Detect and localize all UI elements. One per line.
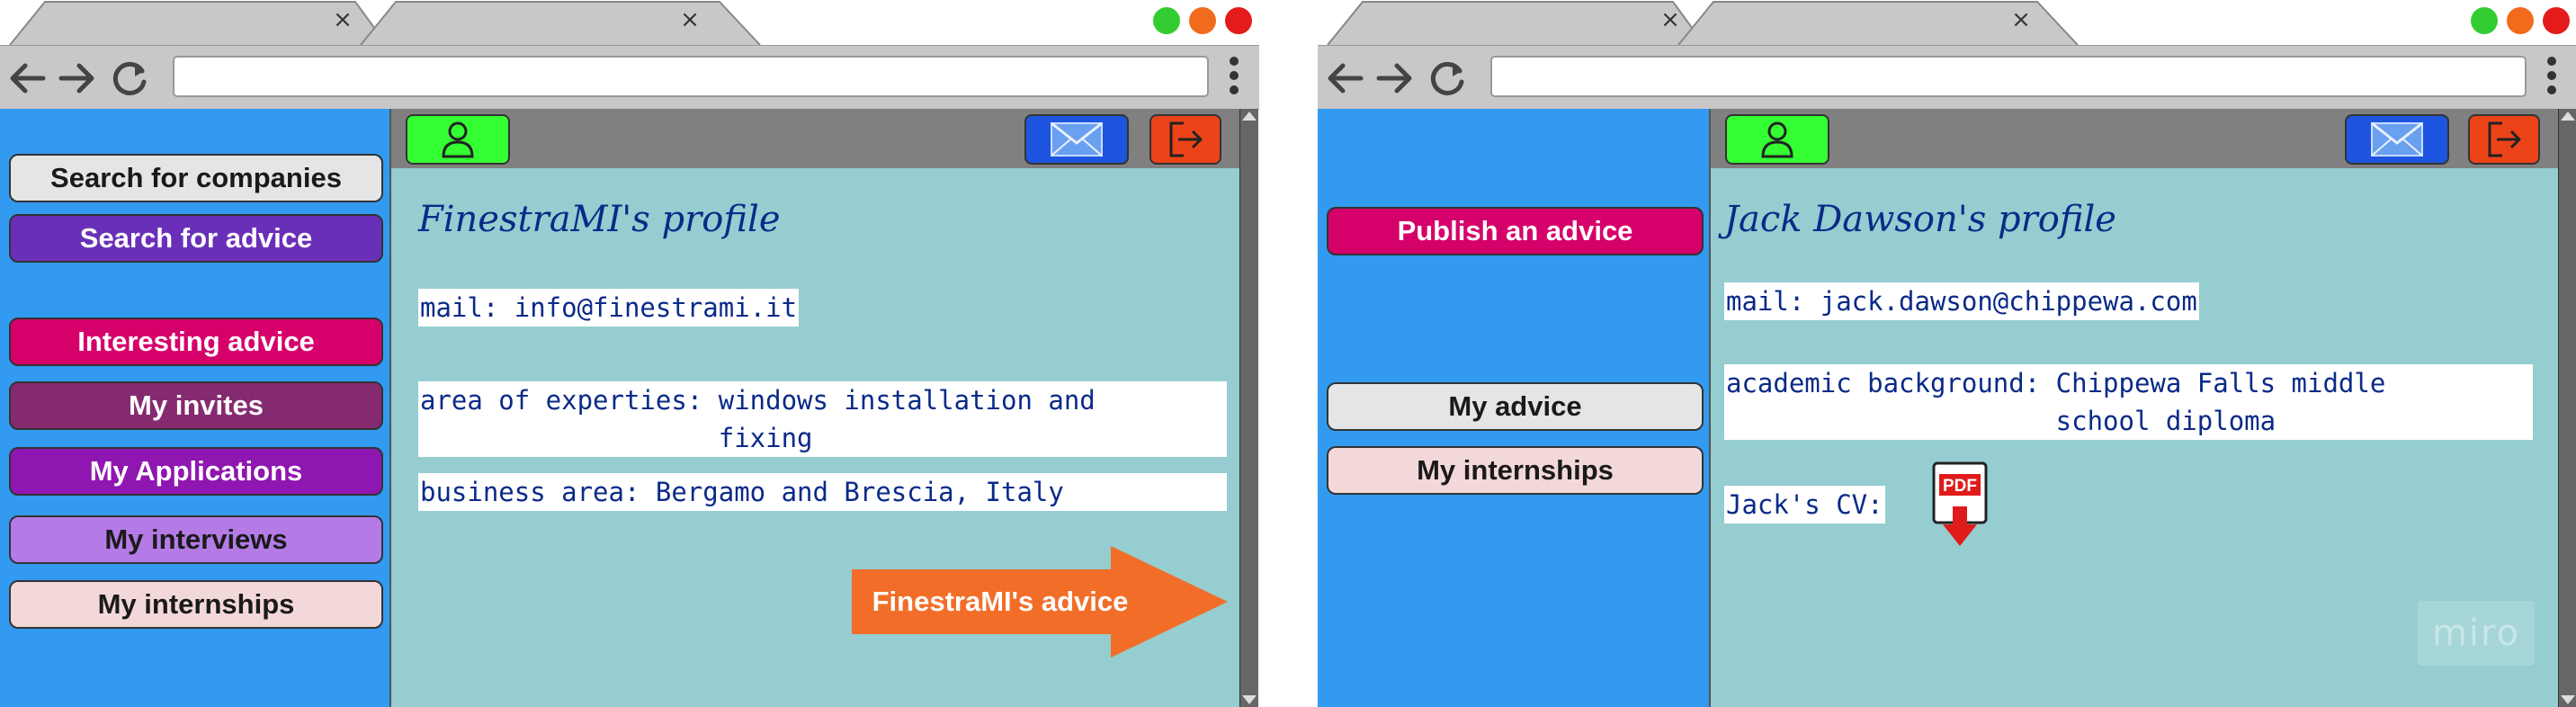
profile-title: FinestraMI's profile [418, 199, 781, 240]
advice-button-label: FinestraMI's advice [872, 586, 1129, 617]
address-bar[interactable] [1490, 56, 2527, 97]
main-content: Jack Dawson's profile mail: jack.dawson@… [1709, 109, 2560, 707]
scroll-up-icon[interactable] [1242, 112, 1257, 121]
student-browser-window: × × Publish an advice My advice My inter… [1318, 0, 2576, 707]
close-window-button[interactable] [2543, 7, 2570, 34]
arrow-left-icon[interactable] [7, 58, 47, 98]
arrow-left-icon[interactable] [1325, 58, 1364, 98]
mail-field: mail: jack.dawson@chippewa.com [1724, 282, 2199, 320]
top-toolbar [1711, 109, 2560, 168]
profile-button[interactable] [406, 114, 510, 165]
my-advice-button[interactable]: My advice [1327, 382, 1704, 431]
maximize-button[interactable] [2471, 7, 2498, 34]
top-toolbar [391, 109, 1241, 168]
mail-field: mail: info@finestrami.it [418, 289, 800, 327]
search-advice-button[interactable]: Search for advice [9, 214, 383, 263]
my-internships-button[interactable]: My internships [9, 580, 383, 629]
browser-tab[interactable]: × [360, 0, 761, 45]
pdf-badge: PDF [1943, 477, 1977, 496]
kebab-menu-icon[interactable] [1229, 57, 1239, 98]
cv-label: Jack's CV: [1724, 486, 1885, 524]
user-icon [1761, 121, 1793, 158]
navigation-bar [1318, 45, 2576, 110]
sidebar: Publish an advice My advice My internshi… [1318, 109, 1709, 707]
reload-icon[interactable] [110, 58, 149, 98]
user-icon [442, 121, 474, 158]
my-invites-button[interactable]: My invites [9, 381, 383, 430]
publish-advice-button[interactable]: Publish an advice [1327, 207, 1704, 255]
logout-icon [2488, 121, 2521, 157]
reload-icon[interactable] [1427, 58, 1467, 98]
sidebar: Search for companies Search for advice I… [0, 109, 389, 707]
browser-tab[interactable]: × [1327, 0, 1704, 45]
interesting-advice-button[interactable]: Interesting advice [9, 318, 383, 366]
scroll-up-icon[interactable] [2561, 112, 2575, 121]
scroll-down-icon[interactable] [1242, 695, 1257, 704]
navigation-bar [0, 45, 1259, 110]
my-internships-button[interactable]: My internships [1327, 446, 1704, 495]
main-content: FinestraMI's profile mail: info@finestra… [389, 109, 1241, 707]
minimize-button[interactable] [1189, 7, 1216, 34]
profile-button[interactable] [1725, 114, 1829, 165]
company-browser-window: × × Search for companies Search for advi… [0, 0, 1259, 707]
address-bar[interactable] [173, 56, 1209, 97]
close-window-button[interactable] [1225, 7, 1252, 34]
browser-tab[interactable]: × [9, 0, 387, 45]
minimize-button[interactable] [2507, 7, 2534, 34]
miro-watermark: miro [2418, 601, 2535, 666]
mail-button[interactable] [2345, 114, 2449, 165]
envelope-icon [1051, 121, 1103, 157]
tab-close-icon[interactable]: × [329, 6, 356, 33]
my-applications-button[interactable]: My Applications [9, 447, 383, 496]
business-area-field: business area: Bergamo and Brescia, Ital… [418, 473, 1227, 511]
envelope-icon [2371, 121, 2423, 157]
logout-button[interactable] [2468, 114, 2540, 165]
tab-close-icon[interactable]: × [2008, 6, 2035, 33]
expertise-field: area of experties: windows installation … [418, 381, 1227, 457]
scroll-down-icon[interactable] [2561, 695, 2575, 704]
tab-close-icon[interactable]: × [676, 6, 703, 33]
kebab-menu-icon[interactable] [2546, 57, 2557, 98]
maximize-button[interactable] [1153, 7, 1180, 34]
search-companies-button[interactable]: Search for companies [9, 154, 383, 202]
logout-icon [1169, 121, 1203, 157]
my-interviews-button[interactable]: My interviews [9, 515, 383, 564]
profile-title: Jack Dawson's profile [1724, 199, 2116, 240]
vertical-scrollbar[interactable] [2558, 109, 2576, 707]
arrow-right-icon[interactable] [58, 58, 97, 98]
pdf-download-icon[interactable]: PDF [1932, 461, 1988, 548]
logout-button[interactable] [1149, 114, 1221, 165]
company-advice-button[interactable]: FinestraMI's advice [852, 546, 1230, 658]
vertical-scrollbar[interactable] [1239, 109, 1258, 707]
arrow-right-icon[interactable] [1375, 58, 1415, 98]
browser-tab[interactable]: × [1677, 0, 2079, 45]
academic-background-field: academic background: Chippewa Falls midd… [1724, 364, 2533, 440]
title-bar: × × [1318, 0, 2576, 45]
title-bar: × × [0, 0, 1259, 45]
mail-button[interactable] [1024, 114, 1129, 165]
